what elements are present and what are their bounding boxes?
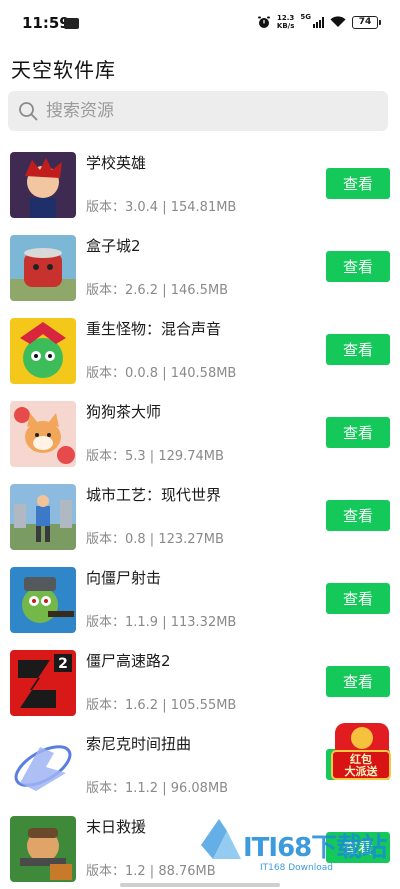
list-item[interactable]: 重生怪物：混合声音 版本：0.0.8 | 140.58MB 查看 (0, 310, 400, 393)
app-name: 向僵尸射击 (86, 569, 162, 587)
app-icon (10, 484, 76, 550)
alarm-icon (257, 16, 270, 28)
network-type: 5G (300, 13, 311, 21)
view-button[interactable]: 查看 (326, 583, 390, 614)
view-button[interactable]: 查看 (326, 666, 390, 697)
search-icon (19, 102, 38, 121)
app-meta: 版本：3.0.4 | 154.81MB (86, 200, 237, 215)
app-name: 僵尸高速路2 (86, 652, 171, 670)
app-name: 城市工艺：现代世界 (86, 486, 222, 504)
list-item[interactable]: 狗狗茶大师 版本：5.3 | 129.74MB 查看 (0, 393, 400, 476)
app-meta: 版本：1.6.2 | 105.55MB (86, 698, 237, 713)
view-button[interactable]: 查看 (326, 251, 390, 282)
home-indicator[interactable] (120, 883, 280, 887)
app-icon (10, 152, 76, 218)
page-title: 天空软件库 (11, 58, 116, 82)
notification-icon (64, 18, 79, 29)
list-item[interactable]: 盒子城2 版本：2.6.2 | 146.5MB 查看 (0, 227, 400, 310)
app-icon (10, 401, 76, 467)
battery-level: 74 (358, 16, 372, 27)
app-name: 索尼克时间扭曲 (86, 735, 192, 753)
speed-unit: KB/s (276, 22, 295, 30)
app-icon (10, 235, 76, 301)
search-input[interactable] (46, 101, 346, 121)
app-name: 末日救援 (86, 818, 147, 836)
app-meta: 版本：1.1.2 | 96.08MB (86, 781, 229, 796)
red-packet-label: 红包 大派送 (331, 750, 391, 780)
watermark-brand: ITI68下载站 (243, 833, 387, 863)
list-item[interactable]: 学校英雄 版本：3.0.4 | 154.81MB 查看 (0, 144, 400, 227)
app-icon (10, 816, 76, 882)
status-bar: 11:59 12.3 KB/s 5G 74 (0, 0, 400, 50)
network-speed: 12.3 KB/s (277, 14, 294, 30)
coin-icon (351, 727, 373, 749)
speed-value: 12.3 (276, 14, 295, 22)
view-button[interactable]: 查看 (326, 500, 390, 531)
app-meta: 版本：0.0.8 | 140.58MB (86, 366, 237, 381)
wifi-icon (330, 16, 346, 27)
app-icon (10, 318, 76, 384)
app-meta: 版本：2.6.2 | 146.5MB (86, 283, 229, 298)
app-name: 盒子城2 (86, 237, 141, 255)
status-icons: 12.3 KB/s 5G 74 (257, 13, 381, 30)
app-name: 学校英雄 (86, 154, 147, 172)
app-meta: 版本：1.1.9 | 113.32MB (86, 615, 237, 630)
view-button[interactable]: 查看 (326, 334, 390, 365)
app-meta: 版本：0.8 | 123.27MB (86, 532, 224, 547)
list-item[interactable]: 向僵尸射击 版本：1.1.9 | 113.32MB 查看 (0, 559, 400, 642)
app-meta: 版本：5.3 | 129.74MB (86, 449, 224, 464)
app-name: 狗狗茶大师 (86, 403, 162, 421)
red-packet-button[interactable]: 红包 大派送 (331, 721, 391, 781)
site-watermark: ITI68下载站 IT168 Download (195, 815, 395, 877)
view-button[interactable]: 查看 (326, 417, 390, 448)
list-item[interactable]: 2 僵尸高速路2 版本：1.6.2 | 105.55MB 查看 (0, 642, 400, 725)
status-time: 11:59 (22, 14, 70, 32)
view-button[interactable]: 查看 (326, 168, 390, 199)
app-icon (10, 733, 76, 799)
search-bar[interactable] (8, 91, 388, 131)
app-name: 重生怪物：混合声音 (86, 320, 222, 338)
signal-icon (313, 16, 324, 28)
list-item[interactable]: 城市工艺：现代世界 版本：0.8 | 123.27MB 查看 (0, 476, 400, 559)
app-icon: 2 (10, 650, 76, 716)
svg-text:2: 2 (58, 656, 68, 672)
watermark-sub: IT168 Download (260, 863, 333, 873)
battery-icon: 74 (352, 15, 381, 29)
app-icon (10, 567, 76, 633)
red-packet-line2: 大派送 (344, 765, 378, 778)
